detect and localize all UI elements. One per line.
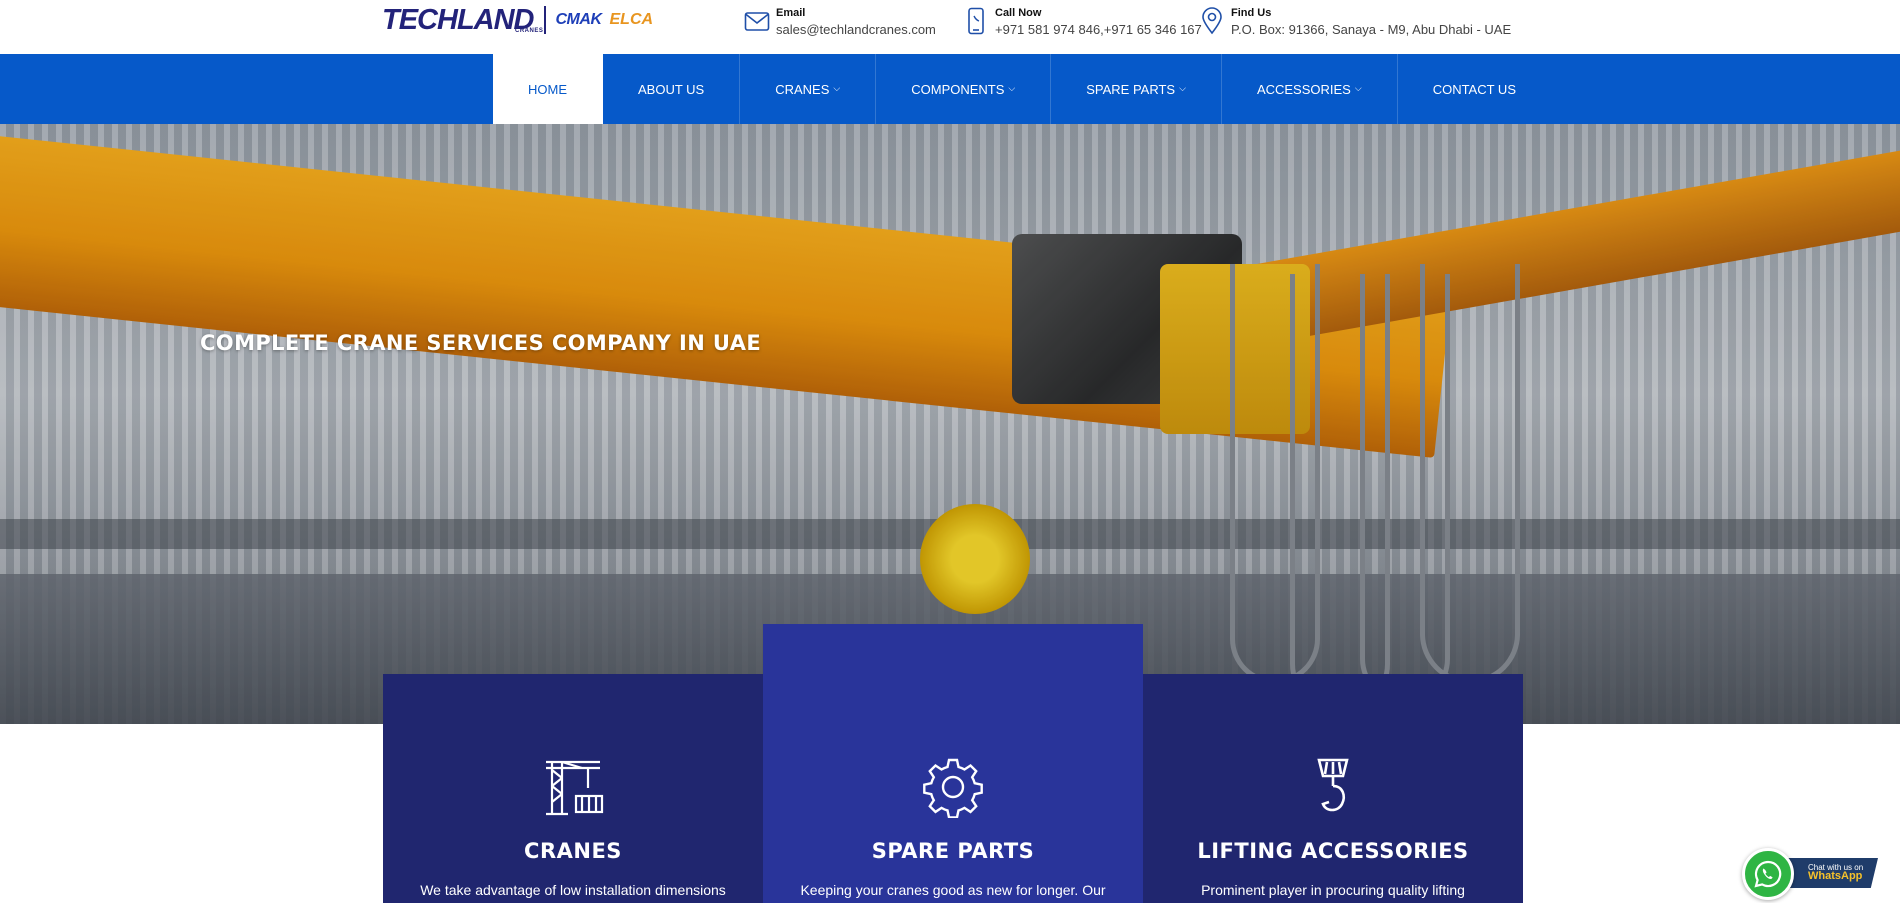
techland-logo-text: TECHLAND <box>382 4 534 36</box>
address-value: P.O. Box: 91366, Sanaya - M9, Abu Dhabi … <box>1231 22 1512 37</box>
site-logo[interactable]: TECHLAND CRANES CMAK ELCA <box>382 4 653 36</box>
service-card-spare-parts[interactable]: SPARE PARTS Keeping your cranes good as … <box>763 624 1143 903</box>
chevron-down-icon: ⌵ <box>1179 82 1186 93</box>
tower-crane-icon <box>542 756 604 823</box>
elca-logo: ELCA <box>609 11 654 28</box>
service-card-cranes[interactable]: CRANES We take advantage of low installa… <box>383 674 763 903</box>
nav-label: ABOUT US <box>638 81 705 97</box>
gear-icon <box>922 756 984 823</box>
email-value[interactable]: sales@techlandcranes.com <box>776 21 936 38</box>
nav-item-home[interactable]: HOME <box>493 54 603 124</box>
service-card-lifting-accessories[interactable]: LIFTING ACCESSORIES Prominent player in … <box>1143 674 1523 903</box>
mail-icon <box>744 7 770 35</box>
nav-label: COMPONENTS <box>911 81 1005 97</box>
nav-item-contact-us[interactable]: CONTACT US <box>1398 54 1551 124</box>
top-header: TECHLAND CRANES CMAK ELCA Email sales@te… <box>0 0 1900 54</box>
main-nav: HOME ABOUT US CRANES ⌵ COMPONENTS ⌵ SPARE … <box>0 54 1900 124</box>
contact-phone[interactable]: Call Now +971 581 974 846,+971 65 346 16… <box>963 7 1202 38</box>
nav-list: HOME ABOUT US CRANES ⌵ COMPONENTS ⌵ SPARE … <box>493 54 1551 124</box>
address-label: Find Us <box>1231 7 1272 19</box>
service-description: Prominent player in procuring quality li… <box>1201 882 1465 898</box>
chevron-down-icon: ⌵ <box>833 82 841 93</box>
nav-label: ACCESSORIES <box>1256 81 1351 97</box>
whatsapp-label: Chat with us on WhatsApp <box>1788 858 1878 888</box>
service-title: SPARE PARTS <box>871 839 1035 863</box>
logo-divider <box>543 6 546 34</box>
chevron-down-icon: ⌵ <box>1354 82 1362 93</box>
phone-icon <box>963 7 989 35</box>
service-description: We take advantage of low installation di… <box>420 882 726 898</box>
nav-label: CRANES <box>775 81 830 97</box>
nav-item-spare-parts[interactable]: SPARE PARTS ⌵ <box>1051 54 1222 124</box>
whatsapp-line2: WhatsApp <box>1808 870 1863 882</box>
crane-hook-icon <box>1311 756 1355 823</box>
nav-item-accessories[interactable]: ACCESSORIES ⌵ <box>1222 54 1398 124</box>
contact-email[interactable]: Email sales@techlandcranes.com <box>744 7 936 38</box>
service-title: LIFTING ACCESSORIES <box>1197 839 1469 863</box>
email-label: Email <box>776 7 806 19</box>
nav-label: HOME <box>528 81 567 97</box>
service-description: Keeping your cranes good as new for long… <box>800 882 1106 898</box>
nav-label: SPARE PARTS <box>1086 81 1176 97</box>
nav-item-components[interactable]: COMPONENTS ⌵ <box>876 54 1052 124</box>
contact-address[interactable]: Find Us P.O. Box: 91366, Sanaya - M9, Ab… <box>1199 7 1511 38</box>
nav-item-about-us[interactable]: ABOUT US <box>603 54 741 124</box>
location-pin-icon <box>1199 7 1225 35</box>
phone-value[interactable]: +971 581 974 846,+971 65 346 167 <box>995 21 1202 38</box>
hero-title: COMPLETE CRANE SERVICES COMPANY IN UAE <box>200 331 762 355</box>
nav-item-cranes[interactable]: CRANES ⌵ <box>740 54 877 124</box>
whatsapp-chat-button[interactable]: Chat with us on WhatsApp <box>1742 846 1880 900</box>
chevron-down-icon: ⌵ <box>1008 82 1016 93</box>
service-title: CRANES <box>524 839 622 863</box>
whatsapp-icon <box>1742 848 1794 900</box>
techland-logo-sub: CRANES <box>515 28 544 34</box>
cmak-logo: CMAK <box>555 11 603 28</box>
phone-label: Call Now <box>995 7 1042 19</box>
nav-label: CONTACT US <box>1432 81 1516 97</box>
